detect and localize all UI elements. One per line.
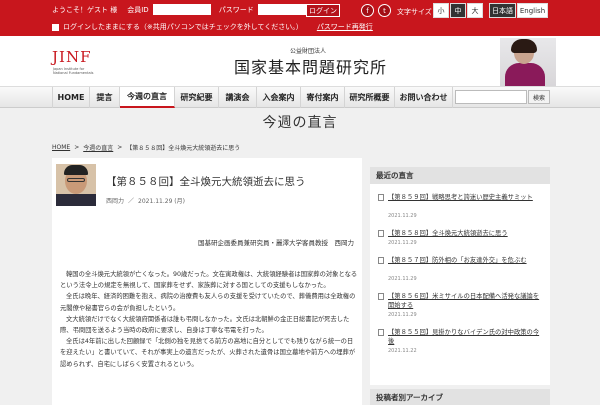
search-button[interactable]: 検索 [528, 90, 550, 104]
twitter-icon[interactable]: t [378, 4, 391, 17]
nav-about[interactable]: 研究所概要 [345, 87, 395, 108]
member-id-label: 会員ID [127, 5, 149, 14]
login-button[interactable]: ログイン [306, 4, 340, 17]
document-icon [378, 293, 384, 300]
document-icon [378, 194, 384, 201]
article-body: 韓国の全斗煥元大統領が亡くなった。90歳だった。文在寅政権は、大統領経験者は国家… [60, 269, 358, 370]
search-input[interactable] [455, 90, 527, 104]
logo-subtitle: Japan Institute for National Fundamental… [53, 67, 94, 75]
recent-item-title[interactable]: 【第８５８回】全斗煥元大統領逝去に思う [388, 229, 544, 238]
welcome-text: ようこそ！ゲスト 様 [52, 5, 118, 14]
language-japanese-button[interactable]: 日本語 [489, 3, 516, 18]
recent-item-date: 2021.11.29 [388, 213, 417, 219]
breadcrumb-weekly-opinion[interactable]: 今週の直言 [83, 143, 113, 152]
password-reset-link[interactable]: パスワード再発行 [317, 22, 373, 32]
recent-opinions-heading: 最近の直言 [370, 167, 550, 184]
font-size-small-button[interactable]: 小 [433, 3, 449, 18]
article-paragraph: 全氏は4年前に出した回顧録で「北側の独を見捨てる前方の高地に自分としてでも残りな… [60, 338, 356, 368]
remember-label: ログインしたままにする（※共用パソコンではチェックを外してください。） [63, 23, 303, 31]
article-meta: 西岡力 ／ 2021.11.29 (月) [106, 196, 185, 205]
recent-item-date: 2021.11.22 [388, 348, 417, 354]
main-nav: HOME 提言 今週の直言 研究紀要 講演会 入会案内 寄付案内 研究所概要 お… [0, 86, 600, 108]
article-author-full: 国基研企画委員兼研究員・麗澤大学客員教授 西岡力 [198, 239, 354, 247]
nav-research-bulletin[interactable]: 研究紀要 [175, 87, 219, 108]
document-icon [378, 257, 384, 264]
breadcrumb-separator: > [117, 144, 123, 151]
facebook-icon[interactable]: f [361, 4, 374, 17]
article-paragraph: 文大統領だけでなく大統領府関係者は誰も弔問しなかった。文氏は北朝鮮の金正日総書記… [60, 315, 350, 335]
top-bar: ようこそ！ゲスト 様 会員ID パスワード ログイン ログインしたままにする（※… [0, 0, 600, 36]
article-title: 【第８５８回】全斗煥元大統領逝去に思う [106, 176, 306, 188]
recent-item-date: 2021.11.29 [388, 312, 417, 318]
article-paragraph: 全氏は晩年、経済的困難を抱え、病院の治療費も友人らの支援を受けていたので、葬儀費… [60, 293, 356, 312]
site-logo[interactable]: JINF [52, 48, 91, 66]
article-date: 2021.11.29 (月) [138, 198, 185, 205]
member-id-input[interactable] [152, 4, 211, 15]
font-size-medium-button[interactable]: 中 [450, 3, 466, 18]
recent-item-date: 2021.11.29 [388, 240, 417, 246]
meta-separator: ／ [128, 198, 135, 205]
org-name: 国家基本問題研究所 [234, 58, 388, 77]
recent-item-title[interactable]: 【第８５９回】戦略思考と誇迷い歴史主義サミット [388, 193, 544, 202]
login-row: ようこそ！ゲスト 様 会員ID パスワード [52, 4, 316, 15]
recent-item-title[interactable]: 【第８５５回】見掛かりなバイデン氏の対中政策の今後 [388, 328, 544, 346]
remember-row: ログインしたままにする（※共用パソコンではチェックを外してください。） パスワー… [52, 22, 373, 32]
nav-lectures[interactable]: 講演会 [219, 87, 257, 108]
nav-contact[interactable]: お問い合わせ [395, 87, 453, 108]
nav-proposals[interactable]: 提言 [90, 87, 120, 108]
document-icon [378, 230, 384, 237]
breadcrumb-separator: > [74, 144, 80, 151]
author-archive-heading: 投稿者別アーカイブ [370, 389, 550, 405]
nav-membership[interactable]: 入会案内 [257, 87, 301, 108]
breadcrumb-current: 【第８５８回】全斗煥元大統領逝去に思う [126, 145, 241, 152]
recent-opinions-panel: 最近の直言 【第８５９回】戦略思考と誇迷い歴史主義サミット 2021.11.29… [370, 167, 550, 385]
password-label: パスワード [218, 5, 254, 14]
breadcrumb-home[interactable]: HOME [52, 144, 70, 151]
font-size-large-button[interactable]: 大 [467, 3, 483, 18]
recent-item-title[interactable]: 【第８５６回】米ミサイルの日本配備へ活発な議論を開始する [388, 292, 544, 310]
nav-home[interactable]: HOME [52, 87, 90, 108]
nav-donation[interactable]: 寄付案内 [301, 87, 345, 108]
site-header: JINF Japan Institute for National Fundam… [0, 36, 600, 86]
recent-item-title[interactable]: 【第８５７回】防外相の「お友達外交」を危ぶむ [388, 256, 544, 265]
recent-item-date: 2021.11.29 [388, 276, 417, 282]
breadcrumb: HOME > 今週の直言 > 【第８５８回】全斗煥元大統領逝去に思う [52, 143, 240, 152]
article-paragraph: 韓国の全斗煥元大統領が亡くなった。90歳だった。文在寅政権は、大統領経験者は国家… [60, 271, 358, 290]
article: 【第８５８回】全斗煥元大統領逝去に思う 西岡力 ／ 2021.11.29 (月)… [52, 158, 362, 405]
page-title: 今週の直言 [262, 115, 338, 131]
language-english-button[interactable]: English [517, 3, 548, 18]
remember-checkbox[interactable] [52, 23, 59, 31]
font-size-label: 文字サイズ [397, 8, 432, 16]
nav-weekly-opinion[interactable]: 今週の直言 [120, 87, 175, 108]
president-portrait [500, 38, 556, 86]
author-photo [56, 164, 96, 206]
article-author-short[interactable]: 西岡力 [106, 196, 124, 205]
document-icon [378, 329, 384, 336]
